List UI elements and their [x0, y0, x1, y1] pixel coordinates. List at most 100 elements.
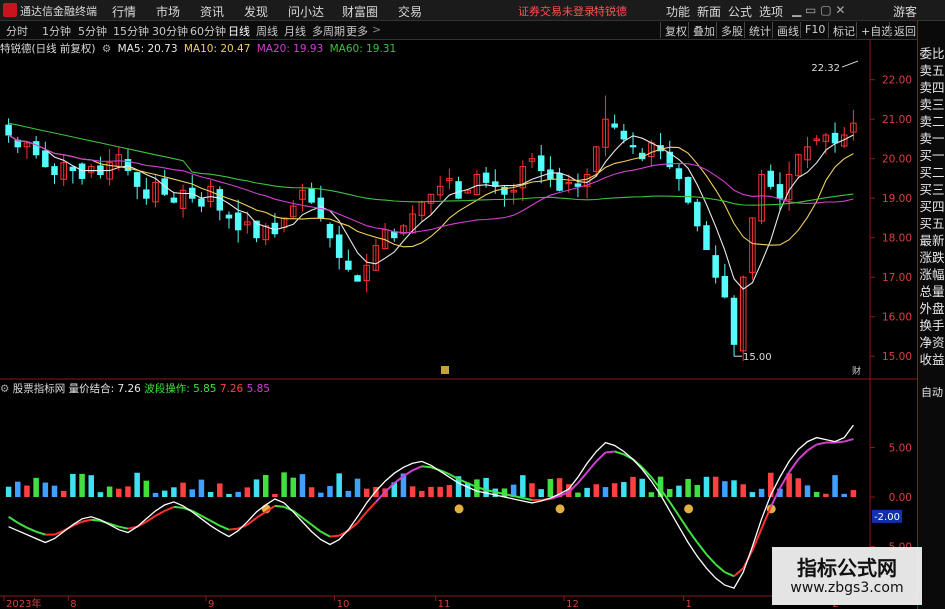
histogram-bar [217, 483, 223, 497]
y-tick-label: 19.00 [882, 193, 912, 205]
histogram-bar [694, 485, 701, 497]
histogram-bar [823, 493, 829, 497]
side-panel-item[interactable]: 卖四 [918, 79, 945, 96]
swing-line-segment [797, 449, 809, 461]
histogram-bar [336, 473, 342, 497]
candle-body [308, 188, 315, 203]
finance-button: 财 [852, 365, 861, 377]
histogram-bar [538, 489, 544, 497]
histogram-bar [575, 492, 581, 497]
side-panel-item[interactable]: 外盘 [918, 300, 945, 317]
watermark-title: 指标公式网 [797, 556, 897, 580]
histogram-bar [795, 478, 802, 497]
candle-body [51, 166, 58, 175]
side-panel-item[interactable]: 买五 [918, 215, 945, 232]
x-tick-label: 12 [566, 599, 579, 609]
swing-line-segment [760, 506, 772, 530]
candle-body [5, 124, 12, 136]
candle-body [170, 197, 178, 203]
side-panel-item[interactable]: 收益 [918, 351, 945, 368]
swing-line-segment [118, 525, 129, 530]
side-panel-item[interactable]: 最新 [918, 232, 945, 249]
side-panel-item[interactable]: 卖一 [918, 130, 945, 147]
side-panel-item[interactable]: 卖三 [918, 96, 945, 113]
volume-price-line [8, 424, 854, 589]
side-panel-item[interactable]: 卖五 [918, 62, 945, 79]
histogram-bar [345, 490, 352, 497]
side-panel-item[interactable]: 买四 [918, 198, 945, 215]
candle-body [537, 155, 545, 172]
histogram-bar [116, 488, 122, 497]
side-panel-item[interactable]: 买一 [918, 147, 945, 164]
swing-line-segment [164, 505, 175, 512]
x-tick-label: 10 [337, 599, 350, 609]
histogram-bar [740, 484, 746, 497]
histogram-bar [593, 484, 600, 497]
histogram-bar [712, 476, 719, 497]
candle-body [345, 260, 352, 270]
histogram-bar [318, 492, 324, 497]
y-tick-label: 17.00 [882, 272, 912, 284]
histogram-bar [529, 483, 535, 497]
histogram-bar [97, 492, 104, 497]
swing-line-segment [678, 515, 689, 531]
histogram-bar [308, 487, 315, 497]
histogram-bar [758, 488, 765, 497]
side-panel-item[interactable]: 买三 [918, 181, 945, 198]
side-panel-item[interactable]: 换手 [918, 317, 945, 334]
y-tick-label: 18.00 [882, 233, 912, 245]
side-panel-item[interactable]: 净资 [918, 334, 945, 351]
ma-line-ma60 [8, 122, 854, 206]
histogram-bar [15, 481, 21, 497]
histogram-bar [60, 490, 67, 497]
candle-body [712, 255, 719, 278]
candle-body [684, 177, 692, 203]
side-panel-item[interactable]: 买二 [918, 164, 945, 181]
side-panel-item[interactable]: 涨幅 [918, 266, 945, 283]
candle-body [271, 222, 279, 235]
swing-line-segment [219, 524, 230, 531]
histogram-bar [648, 492, 655, 497]
side-panel-item[interactable]: 涨跌 [918, 249, 945, 266]
histogram-bar [428, 486, 434, 497]
candle-body [611, 123, 618, 128]
buy-signal-marker [454, 504, 464, 514]
candle-body [198, 198, 205, 207]
swing-line-segment [577, 471, 588, 484]
histogram-bar [42, 482, 49, 497]
indicator-chart [5, 424, 857, 589]
candle-body [574, 183, 582, 187]
histogram-bar [226, 493, 232, 497]
x-tick-label: 9 [208, 599, 214, 609]
histogram-bar [409, 486, 416, 497]
histogram-bar [611, 483, 618, 497]
histogram-bar [768, 472, 774, 497]
side-panel-item[interactable]: 卖二 [918, 113, 945, 130]
x-tick-label: 2023年 [6, 597, 41, 609]
x-tick-label: 8 [70, 599, 76, 609]
y-tick-label: 21.00 [882, 114, 912, 126]
histogram-bar [363, 488, 370, 497]
candle-body [455, 181, 462, 199]
histogram-bar [327, 485, 333, 497]
side-panel-item[interactable]: 委比 [918, 45, 945, 62]
high-annotation-label: 22.32 [811, 63, 840, 74]
candle-body [32, 141, 40, 156]
histogram-bar [666, 489, 673, 497]
histogram-bar [281, 472, 287, 497]
histogram-bar [70, 473, 76, 497]
swing-line-segment [412, 465, 423, 472]
candle-body [133, 172, 141, 187]
swing-line-segment [522, 497, 533, 501]
chart-canvas[interactable]: 22.3215.00财 15.0016.0017.0018.0019.0020.… [0, 0, 917, 609]
x-tick-label: 11 [438, 599, 451, 609]
histogram-bar [33, 477, 39, 497]
histogram-bar [152, 492, 159, 497]
sub-y-tick-label: 0.00 [889, 492, 912, 504]
auto-scale-button[interactable]: 自动 [918, 384, 945, 401]
small-marker [441, 366, 449, 374]
histogram-bar [841, 493, 847, 497]
side-panel-item[interactable]: 总量 [918, 283, 945, 300]
swing-line-segment [605, 450, 615, 454]
y-tick-label: 22.00 [882, 75, 912, 87]
